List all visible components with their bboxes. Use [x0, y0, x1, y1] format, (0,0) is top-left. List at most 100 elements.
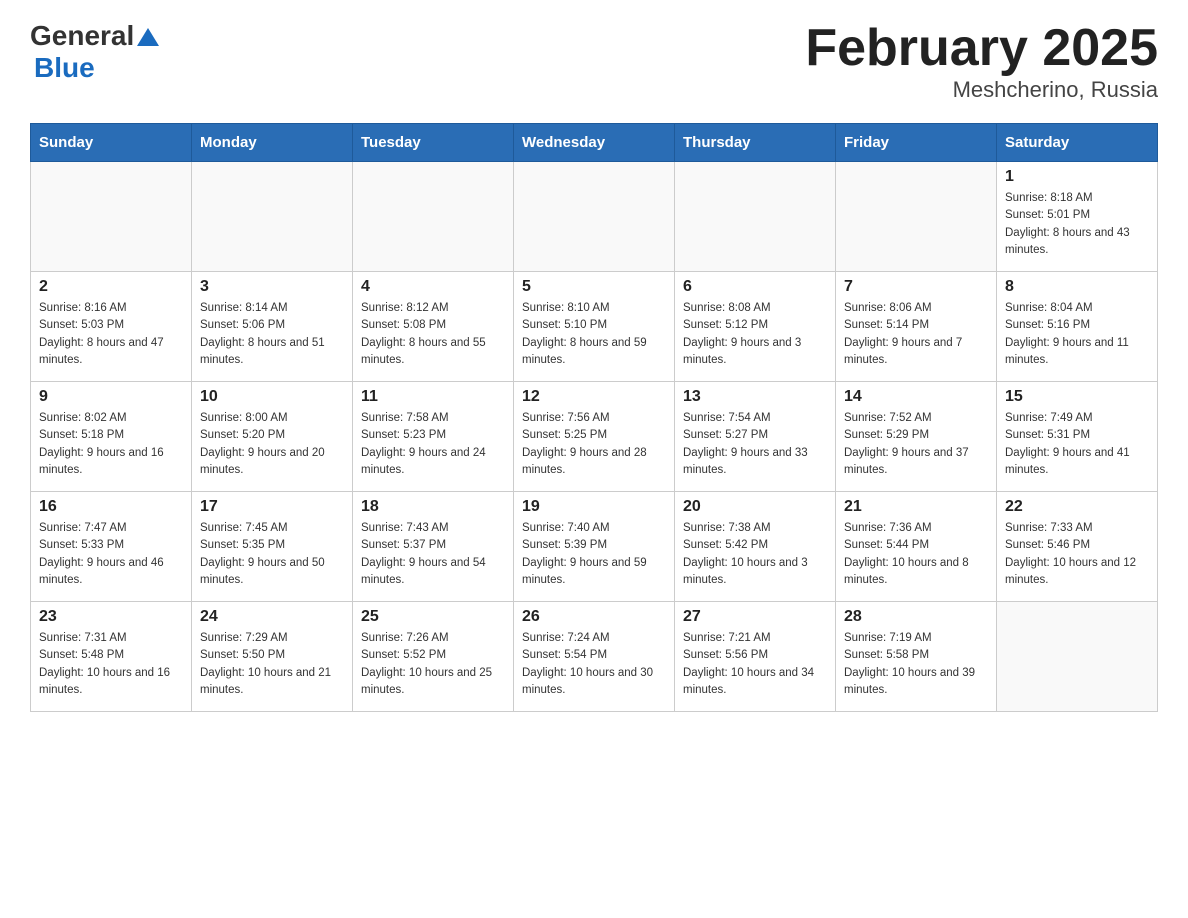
title-block: February 2025 Meshcherino, Russia	[805, 20, 1158, 103]
day-info: Sunrise: 8:06 AMSunset: 5:14 PMDaylight:…	[844, 300, 988, 369]
day-number: 24	[200, 608, 344, 626]
day-info: Sunrise: 7:47 AMSunset: 5:33 PMDaylight:…	[39, 520, 183, 589]
calendar-cell	[31, 162, 192, 272]
day-number: 28	[844, 608, 988, 626]
calendar-cell	[997, 602, 1158, 712]
calendar-cell	[836, 162, 997, 272]
day-info: Sunrise: 7:43 AMSunset: 5:37 PMDaylight:…	[361, 520, 505, 589]
calendar-cell: 24 Sunrise: 7:29 AMSunset: 5:50 PMDayligh…	[192, 602, 353, 712]
logo-blue-text: Blue	[34, 52, 95, 83]
day-info: Sunrise: 7:52 AMSunset: 5:29 PMDaylight:…	[844, 410, 988, 479]
day-number: 4	[361, 278, 505, 296]
calendar-table: SundayMondayTuesdayWednesdayThursdayFrid…	[30, 123, 1158, 712]
day-info: Sunrise: 7:26 AMSunset: 5:52 PMDaylight:…	[361, 630, 505, 699]
calendar-cell: 13 Sunrise: 7:54 AMSunset: 5:27 PMDayligh…	[675, 382, 836, 492]
calendar-cell: 19 Sunrise: 7:40 AMSunset: 5:39 PMDayligh…	[514, 492, 675, 602]
calendar-subtitle: Meshcherino, Russia	[805, 77, 1158, 103]
logo: General Blue	[30, 20, 159, 84]
day-info: Sunrise: 7:56 AMSunset: 5:25 PMDaylight:…	[522, 410, 666, 479]
column-header-tuesday: Tuesday	[353, 124, 514, 162]
day-info: Sunrise: 7:36 AMSunset: 5:44 PMDaylight:…	[844, 520, 988, 589]
day-info: Sunrise: 7:19 AMSunset: 5:58 PMDaylight:…	[844, 630, 988, 699]
day-info: Sunrise: 8:04 AMSunset: 5:16 PMDaylight:…	[1005, 300, 1149, 369]
calendar-cell: 18Sunrise: 7:43 AMSunset: 5:37 PMDayligh…	[353, 492, 514, 602]
day-number: 22	[1005, 498, 1149, 516]
day-number: 12	[522, 388, 666, 406]
day-info: Sunrise: 7:45 AMSunset: 5:35 PMDaylight:…	[200, 520, 344, 589]
column-header-friday: Friday	[836, 124, 997, 162]
day-info: Sunrise: 8:02 AMSunset: 5:18 PMDaylight:…	[39, 410, 183, 479]
week-row-2: 2 Sunrise: 8:16 AMSunset: 5:03 PMDaylight…	[31, 272, 1158, 382]
day-info: Sunrise: 8:10 AMSunset: 5:10 PMDaylight:…	[522, 300, 666, 369]
calendar-cell: 10 Sunrise: 8:00 AMSunset: 5:20 PMDayligh…	[192, 382, 353, 492]
calendar-cell	[353, 162, 514, 272]
day-number: 7	[844, 278, 988, 296]
day-number: 2	[39, 278, 183, 296]
day-info: Sunrise: 7:24 AMSunset: 5:54 PMDaylight:…	[522, 630, 666, 699]
week-row-5: 23 Sunrise: 7:31 AMSunset: 5:48 PMDayligh…	[31, 602, 1158, 712]
day-info: Sunrise: 7:31 AMSunset: 5:48 PMDaylight:…	[39, 630, 183, 699]
day-number: 16	[39, 498, 183, 516]
calendar-cell: 8Sunrise: 8:04 AMSunset: 5:16 PMDaylight…	[997, 272, 1158, 382]
day-info: Sunrise: 7:29 AMSunset: 5:50 PMDaylight:…	[200, 630, 344, 699]
day-info: Sunrise: 7:54 AMSunset: 5:27 PMDaylight:…	[683, 410, 827, 479]
day-number: 21	[844, 498, 988, 516]
calendar-cell	[514, 162, 675, 272]
calendar-cell: 21 Sunrise: 7:36 AMSunset: 5:44 PMDayligh…	[836, 492, 997, 602]
day-number: 23	[39, 608, 183, 626]
page-header: General Blue February 2025 Meshcherino, …	[30, 20, 1158, 103]
calendar-cell: 15Sunrise: 7:49 AMSunset: 5:31 PMDayligh…	[997, 382, 1158, 492]
day-info: Sunrise: 7:58 AMSunset: 5:23 PMDaylight:…	[361, 410, 505, 479]
calendar-cell	[192, 162, 353, 272]
day-number: 13	[683, 388, 827, 406]
day-number: 27	[683, 608, 827, 626]
calendar-cell: 25 Sunrise: 7:26 AMSunset: 5:52 PMDayligh…	[353, 602, 514, 712]
day-number: 19	[522, 498, 666, 516]
day-number: 14	[844, 388, 988, 406]
week-row-4: 16 Sunrise: 7:47 AMSunset: 5:33 PMDayligh…	[31, 492, 1158, 602]
calendar-cell: 14 Sunrise: 7:52 AMSunset: 5:29 PMDayligh…	[836, 382, 997, 492]
calendar-cell: 12 Sunrise: 7:56 AMSunset: 5:25 PMDayligh…	[514, 382, 675, 492]
day-number: 11	[361, 388, 505, 406]
calendar-title: February 2025	[805, 20, 1158, 77]
calendar-cell: 3 Sunrise: 8:14 AMSunset: 5:06 PMDaylight…	[192, 272, 353, 382]
day-number: 3	[200, 278, 344, 296]
column-header-thursday: Thursday	[675, 124, 836, 162]
calendar-cell: 9 Sunrise: 8:02 AMSunset: 5:18 PMDaylight…	[31, 382, 192, 492]
day-info: Sunrise: 8:00 AMSunset: 5:20 PMDaylight:…	[200, 410, 344, 479]
logo-triangle-icon	[137, 26, 159, 48]
day-info: Sunrise: 8:12 AMSunset: 5:08 PMDaylight:…	[361, 300, 505, 369]
calendar-cell: 6Sunrise: 8:08 AMSunset: 5:12 PMDaylight…	[675, 272, 836, 382]
day-info: Sunrise: 8:18 AMSunset: 5:01 PMDaylight:…	[1005, 190, 1149, 259]
day-number: 9	[39, 388, 183, 406]
day-number: 17	[200, 498, 344, 516]
calendar-cell: 7 Sunrise: 8:06 AMSunset: 5:14 PMDaylight…	[836, 272, 997, 382]
day-number: 26	[522, 608, 666, 626]
calendar-cell: 20 Sunrise: 7:38 AMSunset: 5:42 PMDayligh…	[675, 492, 836, 602]
day-number: 10	[200, 388, 344, 406]
calendar-cell: 22 Sunrise: 7:33 AMSunset: 5:46 PMDayligh…	[997, 492, 1158, 602]
day-number: 5	[522, 278, 666, 296]
day-number: 1	[1005, 168, 1149, 186]
week-row-3: 9 Sunrise: 8:02 AMSunset: 5:18 PMDaylight…	[31, 382, 1158, 492]
calendar-cell: 5 Sunrise: 8:10 AMSunset: 5:10 PMDaylight…	[514, 272, 675, 382]
day-number: 25	[361, 608, 505, 626]
calendar-cell: 23 Sunrise: 7:31 AMSunset: 5:48 PMDayligh…	[31, 602, 192, 712]
calendar-cell: 28 Sunrise: 7:19 AMSunset: 5:58 PMDayligh…	[836, 602, 997, 712]
column-header-saturday: Saturday	[997, 124, 1158, 162]
calendar-cell: 11 Sunrise: 7:58 AMSunset: 5:23 PMDayligh…	[353, 382, 514, 492]
day-info: Sunrise: 7:40 AMSunset: 5:39 PMDaylight:…	[522, 520, 666, 589]
calendar-cell: 17 Sunrise: 7:45 AMSunset: 5:35 PMDayligh…	[192, 492, 353, 602]
week-row-1: 1 Sunrise: 8:18 AMSunset: 5:01 PMDaylight…	[31, 162, 1158, 272]
day-info: Sunrise: 7:33 AMSunset: 5:46 PMDaylight:…	[1005, 520, 1149, 589]
calendar-cell	[675, 162, 836, 272]
day-info: Sunrise: 8:14 AMSunset: 5:06 PMDaylight:…	[200, 300, 344, 369]
calendar-header-row: SundayMondayTuesdayWednesdayThursdayFrid…	[31, 124, 1158, 162]
day-info: Sunrise: 7:38 AMSunset: 5:42 PMDaylight:…	[683, 520, 827, 589]
logo-general-text: General	[30, 20, 134, 52]
column-header-monday: Monday	[192, 124, 353, 162]
day-info: Sunrise: 8:08 AMSunset: 5:12 PMDaylight:…	[683, 300, 827, 369]
calendar-cell: 26 Sunrise: 7:24 AMSunset: 5:54 PMDayligh…	[514, 602, 675, 712]
day-number: 20	[683, 498, 827, 516]
day-info: Sunrise: 8:16 AMSunset: 5:03 PMDaylight:…	[39, 300, 183, 369]
